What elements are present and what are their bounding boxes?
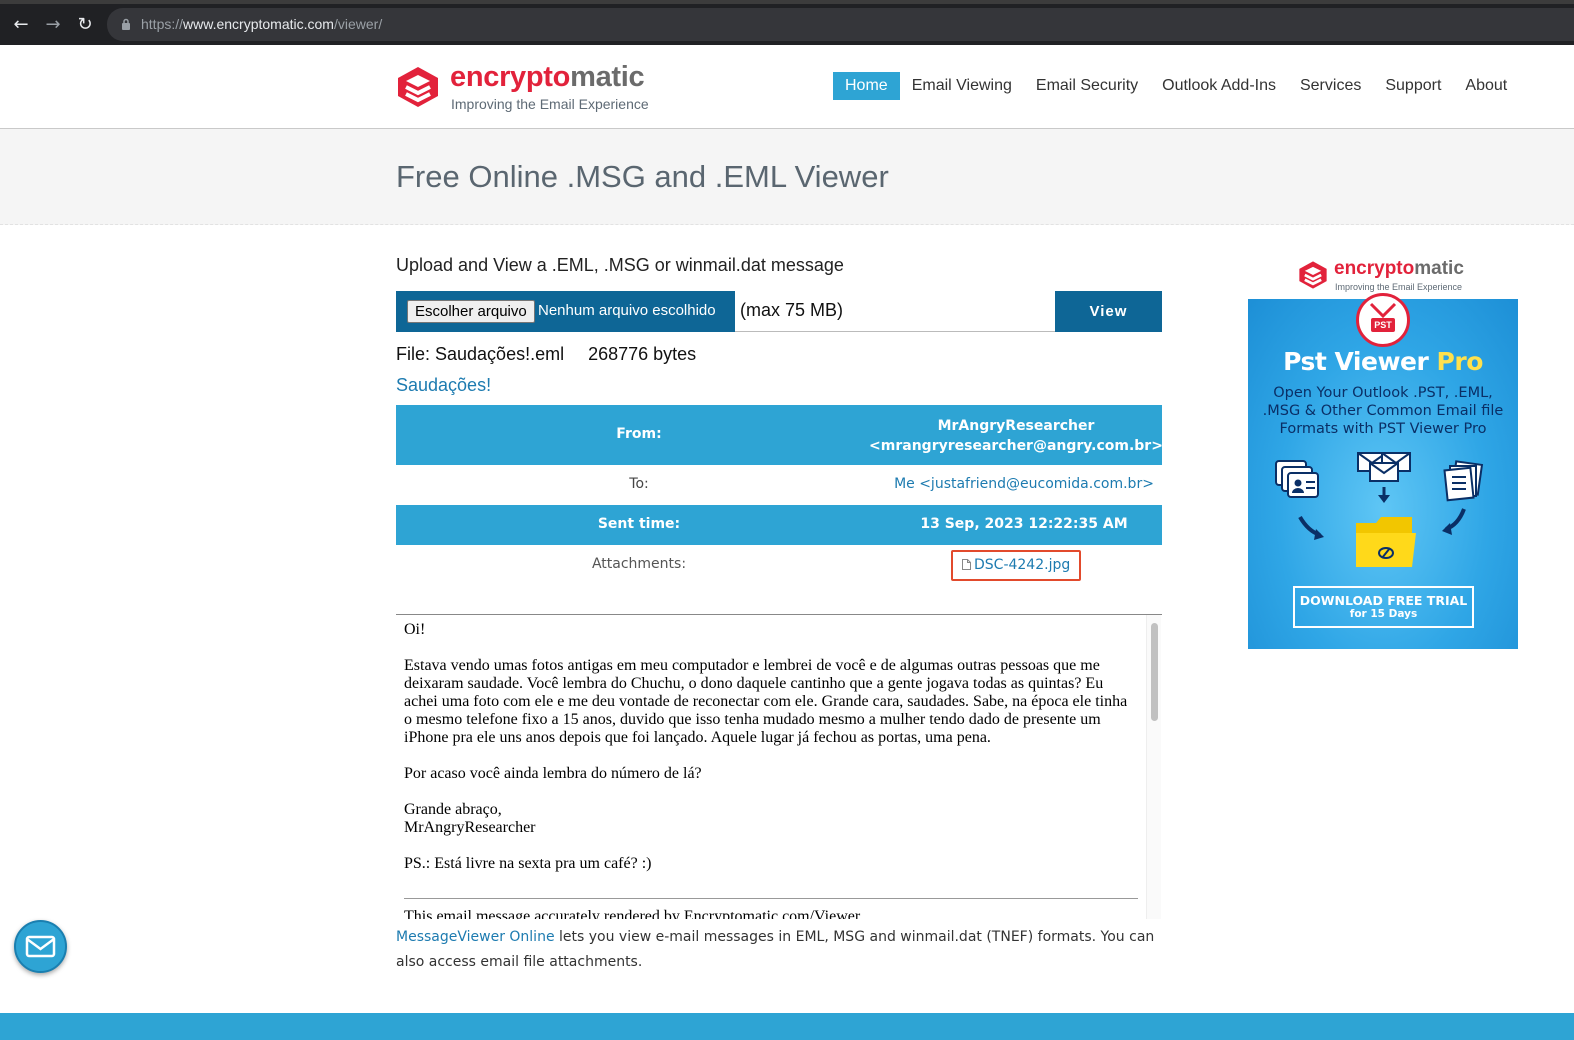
from-row: From: MrAngryResearcher <mrangryresearche… <box>396 405 1163 465</box>
sent-value: 13 Sep, 2023 12:22:35 AM <box>920 516 1128 532</box>
nav-support[interactable]: Support <box>1373 72 1453 100</box>
reload-icon[interactable]: ↻ <box>74 14 96 36</box>
ad-title: Pst Viewer Pro <box>1283 347 1483 376</box>
attachments-label: Attachments: <box>591 556 687 572</box>
from-value: MrAngryResearcher <mrangryresearcher@angr… <box>869 418 1163 454</box>
ad-panel: PST Pst Viewer Pro Open Your Outlook .PS… <box>1248 293 1518 649</box>
ad-subtitle: Open Your Outlook .PST, .EML, .MSG & Oth… <box>1262 385 1504 437</box>
nav-email-viewing[interactable]: Email Viewing <box>900 72 1024 100</box>
address-bar[interactable]: https://www.encryptomatic.com/viewer/ <box>107 8 1574 41</box>
to-row: To: Me <justafriend@eucomida.com.br> <box>396 465 1162 505</box>
body-closing: Grande abraço, MrAngryResearcher <box>404 801 536 836</box>
sent-label: Sent time: <box>597 516 681 532</box>
nav-services[interactable]: Services <box>1288 72 1373 100</box>
max-size-label: (max 75 MB) <box>740 300 844 320</box>
message-subject: Saudações! <box>396 375 492 395</box>
download-trial-button[interactable]: DOWNLOAD FREE TRIAL for 15 Days <box>1293 586 1474 628</box>
nav-email-security[interactable]: Email Security <box>1024 72 1150 100</box>
body-paragraph: Por acaso você ainda lembra do número de… <box>404 765 702 782</box>
body-greeting: Oi! <box>404 621 426 638</box>
message-body-frame[interactable]: Oi! Estava vendo umas fotos antigas em m… <box>396 614 1162 919</box>
choose-file-button[interactable]: Escolher arquivo <box>407 300 535 323</box>
logo-mark-icon <box>398 67 438 107</box>
upload-heading: Upload and View a .EML, .MSG or winmail.… <box>396 255 844 275</box>
page-title: Free Online .MSG and .EML Viewer <box>396 159 889 194</box>
message-body: Oi! Estava vendo umas fotos antigas em m… <box>404 621 1138 891</box>
forward-arrow-icon[interactable]: → <box>42 14 64 36</box>
nav-outlook-add-ins[interactable]: Outlook Add-Ins <box>1150 72 1288 100</box>
site-header: encryptomatic Improving the Email Experi… <box>0 45 1574 129</box>
back-arrow-icon[interactable]: ← <box>10 14 32 36</box>
about-text: MessageViewer Online lets you view e-mai… <box>396 929 1155 970</box>
file-size: 268776 bytes <box>588 344 697 364</box>
main-nav: Home Email Viewing Email Security Outloo… <box>833 72 1519 100</box>
file-icon <box>962 559 971 570</box>
footer-band <box>0 1013 1574 1040</box>
envelope-icon <box>25 935 56 958</box>
nav-about[interactable]: About <box>1453 72 1519 100</box>
scroll-thumb[interactable] <box>1151 623 1158 721</box>
lock-icon <box>122 18 130 30</box>
chat-button[interactable] <box>14 920 67 973</box>
url-text: https://www.encryptomatic.com/viewer/ <box>141 16 383 32</box>
view-button[interactable]: View <box>1055 291 1162 332</box>
message-viewer-link[interactable]: MessageViewer Online <box>396 929 555 945</box>
title-band: Free Online .MSG and .EML Viewer <box>0 129 1574 225</box>
pst-badge-icon: PST <box>1356 293 1410 347</box>
nav-home[interactable]: Home <box>833 72 900 100</box>
body-scrollbar[interactable] <box>1146 615 1161 919</box>
from-label: From: <box>616 426 662 442</box>
file-input[interactable]: Escolher arquivo Nenhum arquivo escolhid… <box>396 291 735 332</box>
upload-form: Escolher arquivo Nenhum arquivo escolhid… <box>396 291 1162 332</box>
attachment-link[interactable]: DSC-4242.jpg <box>951 550 1082 581</box>
message-header-table: From: MrAngryResearcher <mrangryresearche… <box>396 405 1163 585</box>
ad-tagline: Improving the Email Experience <box>1335 282 1463 292</box>
body-ps: PS.: Está livre na sexta pra um café? :) <box>404 855 652 872</box>
browser-toolbar: ← → ↻ https://www.encryptomatic.com/view… <box>0 0 1574 45</box>
pst-viewer-ad[interactable]: encryptomatic Improving the Email Experi… <box>1248 248 1518 649</box>
ad-wordmark: encryptomatic <box>1334 258 1464 279</box>
body-footer: This email message accurately rendered b… <box>404 908 861 919</box>
no-file-label: Nenhum arquivo escolhido <box>538 302 716 319</box>
site-logo[interactable]: encryptomatic Improving the Email Experi… <box>396 61 666 115</box>
file-info: File: Saudações!.eml 268776 bytes <box>396 344 696 365</box>
logo-mark-icon <box>1299 261 1327 289</box>
body-divider <box>404 898 1138 899</box>
attachments-row: Attachments: DSC-4242.jpg <box>396 545 1162 585</box>
to-value[interactable]: Me <justafriend@eucomida.com.br> <box>874 476 1174 492</box>
file-conversion-icon <box>1275 452 1484 567</box>
file-name: File: Saudações!.eml <box>396 344 565 364</box>
logo-tagline: Improving the Email Experience <box>451 96 649 112</box>
sent-row: Sent time: 13 Sep, 2023 12:22:35 AM <box>396 505 1162 545</box>
body-paragraph: Estava vendo umas fotos antigas em meu c… <box>404 657 1128 746</box>
to-label: To: <box>629 476 649 492</box>
attachment-name: DSC-4242.jpg <box>974 557 1071 573</box>
logo-wordmark: encryptomatic <box>450 61 645 93</box>
